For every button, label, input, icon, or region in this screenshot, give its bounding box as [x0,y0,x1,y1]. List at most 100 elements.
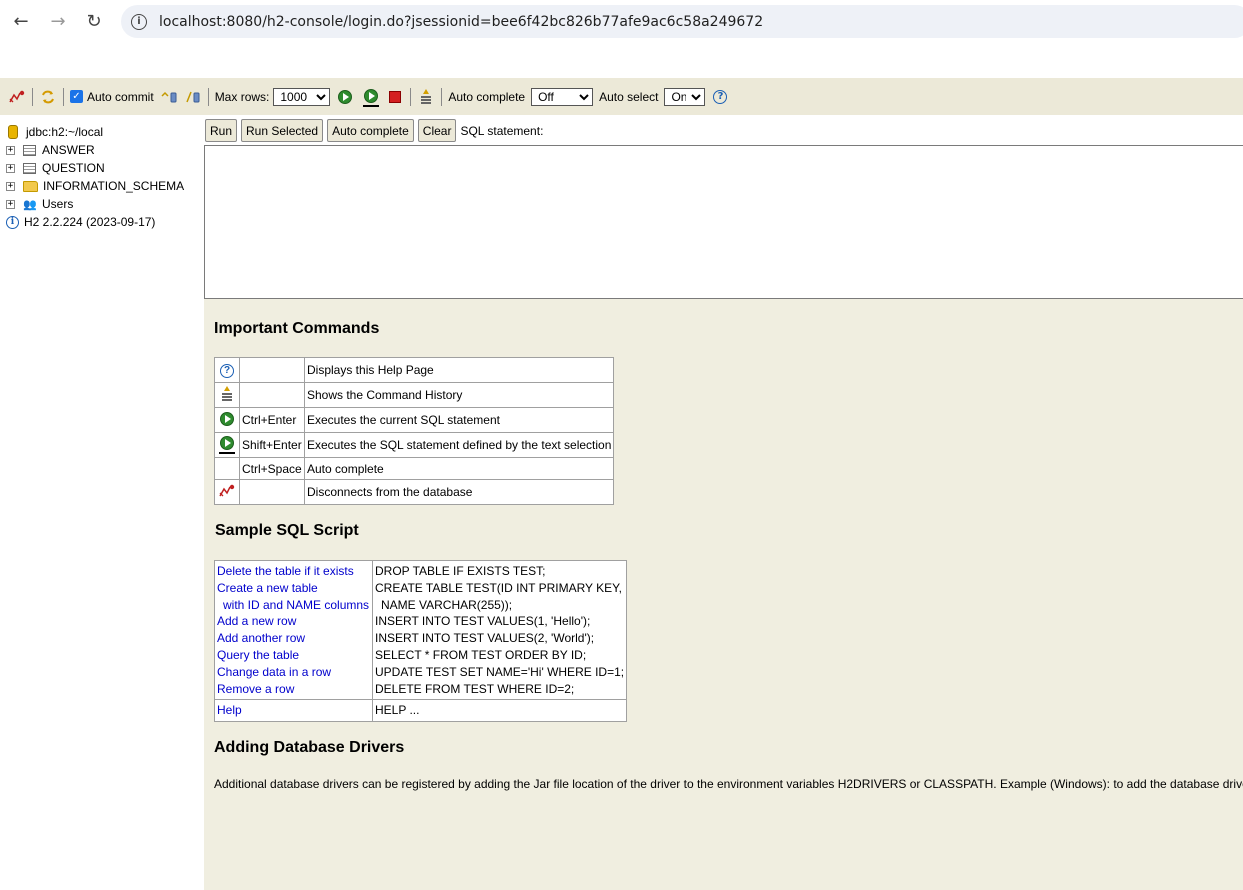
adding-drivers-heading: Adding Database Drivers [214,739,405,756]
toolbar-separator [32,87,33,106]
schema-tree: jdbc:h2:~/local + ANSWER + QUESTION + IN… [0,115,204,890]
command-key-cell [239,479,305,505]
command-key-cell [239,382,305,408]
disconnect-icon [9,90,25,102]
run-icon [338,89,353,104]
site-info-icon[interactable]: i [131,13,147,30]
info-icon: i [6,215,19,229]
history-button[interactable] [417,88,435,106]
command-desc-cell: Disconnects from the database [303,479,615,505]
tree-connection[interactable]: jdbc:h2:~/local [0,123,204,141]
sample-sql-table: Delete the table if it exists Create a n… [214,559,628,723]
tree-item-question[interactable]: + QUESTION [0,159,204,177]
command-desc-cell: Displays this Help Page [303,357,615,383]
folder-icon [23,180,38,192]
run-query-button[interactable]: Run [205,119,238,142]
sample-sql-line: UPDATE TEST SET NAME='Hi' WHERE ID=1; [375,664,625,679]
h2-toolbar: ✓ Auto commit Max rows: 1000 Auto comple… [0,78,1243,115]
table-row: ? Displays this Help Page [214,357,615,383]
command-icon-cell [214,432,240,458]
command-icon-cell [214,457,240,480]
table-row: Disconnects from the database [214,479,615,505]
toolbar-separator [63,87,64,106]
sample-sql-line: DROP TABLE IF EXISTS TEST; [375,564,546,578]
table-row: Ctrl+Space Auto complete [214,457,615,480]
command-key-cell: Shift+Enter [239,432,305,458]
sample-link-id-name-columns[interactable]: with ID and NAME columns [217,597,370,614]
sample-links-cell: Delete the table if it exists Create a n… [214,559,373,701]
sample-sql-line: NAME VARCHAR(255)); [381,597,513,612]
table-icon [23,162,36,174]
disconnect-icon [219,484,235,496]
tree-item-answer[interactable]: + ANSWER [0,141,204,159]
max-rows-control: Max rows: 1000 [214,87,331,106]
version-label: H2 2.2.224 (2023-09-17) [24,215,156,229]
sample-link-remove-row[interactable]: Remove a row [217,681,370,698]
toolbar-separator [441,87,443,106]
forward-button[interactable]: → [45,8,71,34]
refresh-button[interactable] [39,88,57,106]
query-button-bar: Run Run Selected Auto complete Clear SQL… [204,115,1243,146]
auto-complete-select[interactable]: Off [531,87,594,106]
run-selected-button[interactable] [362,88,380,107]
expand-icon[interactable]: + [6,181,15,191]
tree-item-users[interactable]: + 👥 Users [0,195,204,213]
toolbar-separator [207,87,209,106]
max-rows-label: Max rows: [214,89,270,104]
database-icon [8,125,18,139]
sample-link-query-table[interactable]: Query the table [217,647,370,664]
sample-link-add-row[interactable]: Add a new row [217,613,370,630]
auto-select-select[interactable]: On [664,87,706,106]
clear-button[interactable]: Clear [417,119,457,142]
max-rows-select[interactable]: 1000 [273,87,331,106]
sql-editor[interactable] [204,145,1243,299]
auto-select-control: Auto select On [599,87,706,106]
run-button[interactable] [336,88,354,106]
tree-item-label: INFORMATION_SCHEMA [43,179,185,193]
rollback-button[interactable] [184,88,202,106]
run-selected-query-button[interactable]: Run Selected [241,119,324,142]
table-icon [23,144,36,156]
sample-link-change-data[interactable]: Change data in a row [217,664,370,681]
address-bar[interactable]: i localhost:8080/h2-console/login.do?jse… [121,5,1243,38]
help-button[interactable]: ? [711,88,729,106]
sample-sql-line: SELECT * FROM TEST ORDER BY ID; [375,647,587,662]
site-info-glyph: i [137,16,141,27]
expand-icon[interactable]: + [6,163,15,173]
sample-link-create-table[interactable]: Create a new table [217,580,370,597]
tree-item-label: Users [42,197,74,211]
table-row: Help HELP ... [214,699,628,723]
help-icon: ? [220,363,234,378]
expand-icon[interactable]: + [6,199,15,209]
sample-link-delete-table[interactable]: Delete the table if it exists [217,563,370,580]
commit-button[interactable] [160,88,178,106]
sample-link-help[interactable]: Help [217,702,370,719]
table-row: Shows the Command History [214,382,615,408]
tree-item-information-schema[interactable]: + INFORMATION_SCHEMA [0,177,204,195]
important-commands-heading: Important Commands [214,320,380,337]
command-key-cell: Ctrl+Space [239,457,305,480]
users-icon: 👥 [23,197,37,211]
refresh-icon [42,90,54,103]
history-icon [221,386,233,401]
tree-version: i H2 2.2.224 (2023-09-17) [0,213,204,231]
table-row: Shift+Enter Executes the SQL statement d… [214,432,615,458]
sample-sql-heading: Sample SQL Script [215,522,359,539]
auto-complete-button[interactable]: Auto complete [327,119,414,142]
stop-button[interactable] [386,88,404,106]
auto-commit-checkbox[interactable]: ✓ [70,90,83,103]
sample-sql-line: CREATE TABLE TEST(ID INT PRIMARY KEY, [375,580,622,595]
command-icon-cell [214,407,240,433]
back-button[interactable]: ← [8,8,34,34]
url-text[interactable]: localhost:8080/h2-console/login.do?jsess… [159,14,763,30]
tree-item-label: QUESTION [42,161,105,175]
drivers-paragraph: Additional database drivers can be regis… [214,777,1243,791]
expand-icon[interactable]: + [6,145,15,155]
auto-select-label: Auto select [599,89,659,104]
auto-commit-toggle[interactable]: ✓ Auto commit [70,90,154,104]
disconnect-button[interactable] [8,88,26,106]
auto-complete-control: Auto complete Off [448,87,594,106]
reload-button[interactable]: ↻ [81,8,107,34]
sample-sql-line: INSERT INTO TEST VALUES(1, 'Hello'); [375,614,591,629]
sample-link-add-another-row[interactable]: Add another row [217,630,370,647]
